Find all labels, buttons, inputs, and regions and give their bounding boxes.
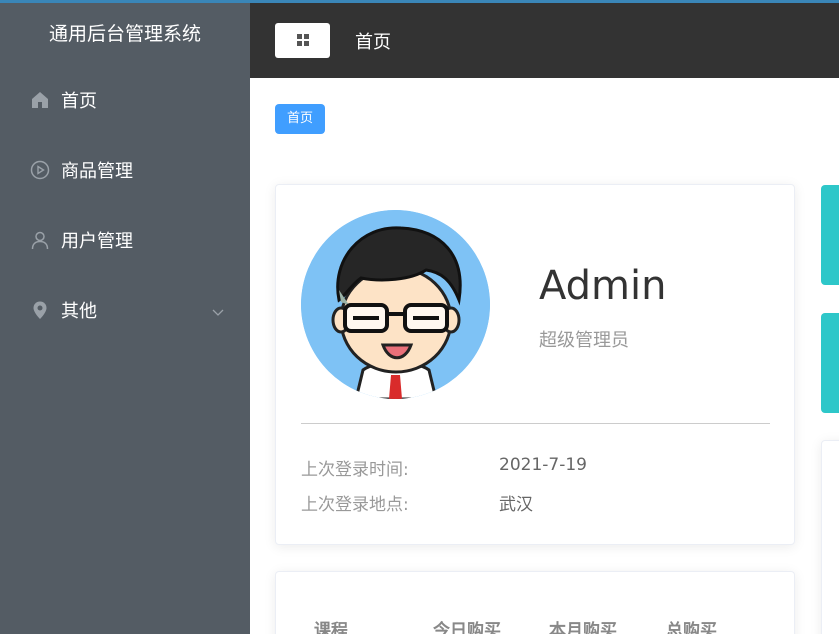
chevron-down-icon[interactable] xyxy=(212,301,224,322)
top-header: 首页 xyxy=(250,3,839,78)
sidebar-item-label: 其他 xyxy=(61,301,97,322)
last-login-location-label: 上次登录地点: xyxy=(301,495,409,515)
sidebar: 通用后台管理系统 首页 商品管理 用户管理 其他 xyxy=(0,3,250,634)
home-icon xyxy=(30,90,50,110)
sidebar-item-label: 商品管理 xyxy=(61,161,133,182)
sidebar-item-label: 首页 xyxy=(61,91,97,112)
grid-menu-icon xyxy=(296,31,309,50)
table-header-course: 课程 xyxy=(314,621,348,634)
app-title: 通用后台管理系统 xyxy=(48,23,201,45)
sidebar-item-other[interactable]: 其他 xyxy=(0,275,250,345)
last-login-time-value: 2021-7-19 xyxy=(499,455,587,475)
tab-home-tag[interactable]: 首页 xyxy=(275,104,326,134)
stat-card-1 xyxy=(821,185,839,285)
table-header-month: 本月购买 xyxy=(549,621,617,634)
user-name: Admin xyxy=(539,263,667,309)
menu-toggle-button[interactable] xyxy=(275,23,330,58)
sidebar-item-home[interactable]: 首页 xyxy=(0,65,250,135)
sidebar-item-goods[interactable]: 商品管理 xyxy=(0,135,250,205)
purchase-table-card: 课程 今日购买 本月购买 总购买 xyxy=(275,571,795,634)
user-icon xyxy=(30,230,50,250)
location-icon xyxy=(30,300,50,320)
divider xyxy=(301,423,770,424)
main-content: 首页 Admin 超级管理员 上次登录时间: 2021-7-19 上次登录地点:… xyxy=(250,78,839,634)
table-header-today: 今日购买 xyxy=(433,621,501,634)
user-info-card: Admin 超级管理员 上次登录时间: 2021-7-19 上次登录地点: 武汉 xyxy=(275,184,795,545)
sidebar-item-users[interactable]: 用户管理 xyxy=(0,205,250,275)
last-login-time-label: 上次登录时间: xyxy=(301,460,409,480)
video-play-icon xyxy=(30,160,50,180)
avatar xyxy=(301,210,490,399)
last-login-location-value: 武汉 xyxy=(499,495,533,515)
user-role: 超级管理员 xyxy=(539,330,629,351)
sidebar-item-label: 用户管理 xyxy=(61,231,133,252)
stat-card-2 xyxy=(821,313,839,413)
table-header-total: 总购买 xyxy=(666,621,717,634)
chart-card xyxy=(821,440,839,634)
header-breadcrumb-title[interactable]: 首页 xyxy=(355,28,391,54)
